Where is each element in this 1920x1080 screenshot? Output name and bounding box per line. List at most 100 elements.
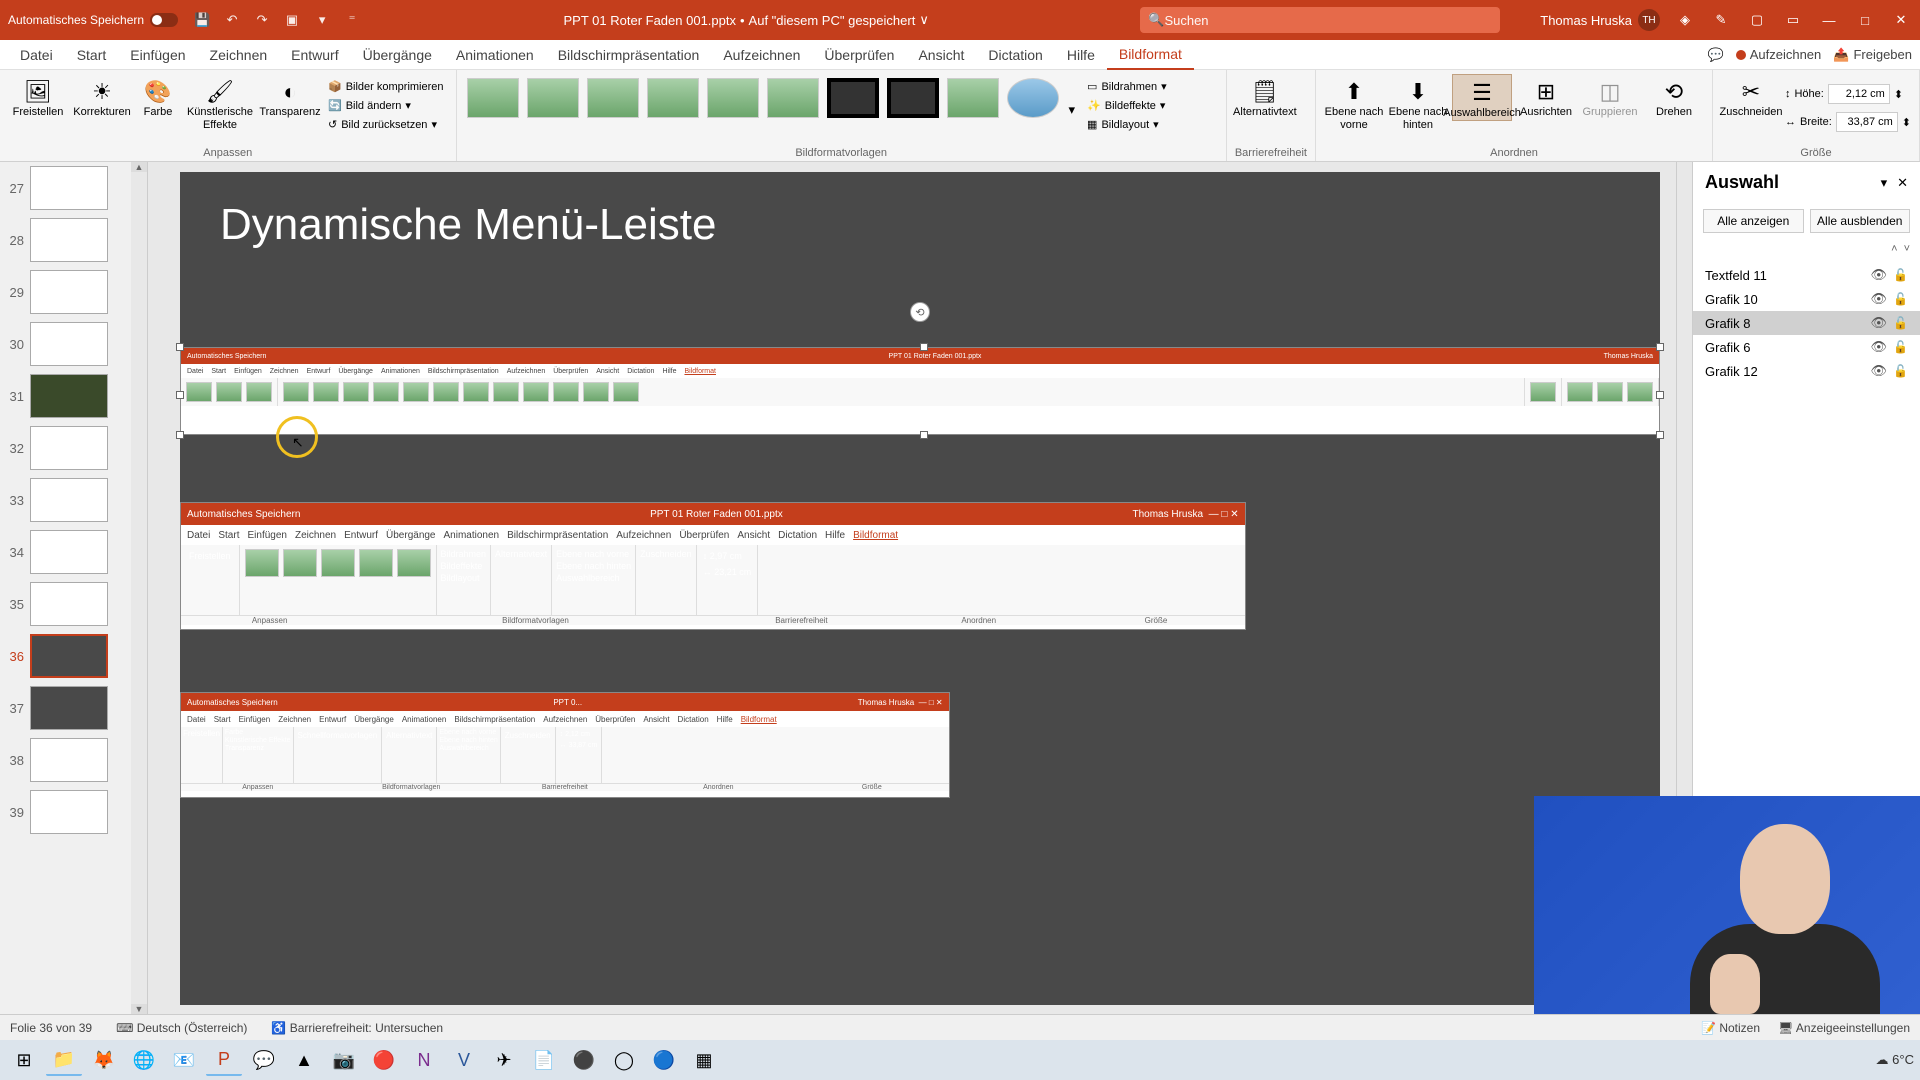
firefox-icon[interactable]: 🦊 xyxy=(86,1044,122,1076)
chrome-icon[interactable]: 🌐 xyxy=(126,1044,162,1076)
app-icon[interactable]: 📷 xyxy=(326,1044,362,1076)
close-icon[interactable]: ✕ xyxy=(1890,9,1912,31)
drehen-button[interactable]: ⟲Drehen xyxy=(1644,74,1704,119)
autosave-toggle[interactable]: Automatisches Speichern xyxy=(8,13,178,27)
tab-start[interactable]: Start xyxy=(65,41,119,69)
obs-icon[interactable]: ⚫ xyxy=(566,1044,602,1076)
slide-thumbnails[interactable]: 27282930313233343536373839 xyxy=(0,162,148,1014)
hide-all-button[interactable]: Alle ausblenden xyxy=(1810,209,1911,233)
slide-thumb[interactable]: 29 xyxy=(0,266,147,318)
move-up-icon[interactable]: ˄ xyxy=(1891,243,1897,255)
tab-einfuegen[interactable]: Einfügen xyxy=(118,41,197,69)
transparenz-button[interactable]: ◐Transparenz xyxy=(260,74,320,119)
slide-thumb[interactable]: 33 xyxy=(0,474,147,526)
visibility-icon[interactable]: 👁 xyxy=(1871,267,1888,283)
slide-thumb[interactable]: 36 xyxy=(0,630,147,682)
tab-aufzeichnen[interactable]: Aufzeichnen xyxy=(711,41,812,69)
pane-dropdown-icon[interactable]: ▾ xyxy=(1881,175,1888,191)
effekte-button[interactable]: 🖌Künstlerische Effekte xyxy=(184,74,256,132)
share-button[interactable]: 📤 Freigeben xyxy=(1833,47,1912,63)
slide-thumb[interactable]: 31 xyxy=(0,370,147,422)
tab-bildschirm[interactable]: Bildschirmpräsentation xyxy=(546,41,712,69)
search-box[interactable]: 🔍 xyxy=(1140,7,1500,33)
lock-icon[interactable]: 🔓 xyxy=(1893,316,1908,330)
auswahlbereich-button[interactable]: ☰Auswahlbereich xyxy=(1452,74,1512,121)
selection-handle[interactable] xyxy=(1656,391,1664,399)
customize-icon[interactable]: ⁼ xyxy=(342,10,362,30)
move-down-icon[interactable]: ˅ xyxy=(1904,243,1910,255)
lock-icon[interactable]: 🔓 xyxy=(1893,340,1908,354)
picture-style[interactable] xyxy=(947,78,999,118)
vlc-icon[interactable]: ▲ xyxy=(286,1044,322,1076)
show-all-button[interactable]: Alle anzeigen xyxy=(1703,209,1804,233)
zuschneiden-button[interactable]: ✂Zuschneiden xyxy=(1721,74,1781,119)
farbe-button[interactable]: 🎨Farbe xyxy=(136,74,180,119)
slide-thumb[interactable]: 28 xyxy=(0,214,147,266)
save-icon[interactable]: 💾 xyxy=(192,10,212,30)
slide-thumb[interactable]: 27 xyxy=(0,162,147,214)
more-icon[interactable]: ▾ xyxy=(312,10,332,30)
height-field[interactable]: ↕ Höhe: ⬍ xyxy=(1785,84,1911,104)
weather-widget[interactable]: ☁ 6°C xyxy=(1876,1052,1914,1068)
korrekturen-button[interactable]: ☀Korrekturen xyxy=(72,74,132,119)
picture-style[interactable] xyxy=(647,78,699,118)
comments-icon[interactable]: 💬 xyxy=(1708,47,1724,63)
visibility-icon[interactable]: 👁 xyxy=(1871,291,1888,307)
slide-thumb[interactable]: 34 xyxy=(0,526,147,578)
picture-style[interactable] xyxy=(527,78,579,118)
selection-handle[interactable] xyxy=(920,343,928,351)
slide-thumb[interactable]: 39 xyxy=(0,786,147,838)
outlook-icon[interactable]: 📧 xyxy=(166,1044,202,1076)
app-icon[interactable]: 🔴 xyxy=(366,1044,402,1076)
maximize-icon[interactable]: □ xyxy=(1854,9,1876,31)
lang-indicator[interactable]: ⌨ Deutsch (Österreich) xyxy=(116,1021,247,1035)
picture-style[interactable] xyxy=(467,78,519,118)
lock-icon[interactable]: 🔓 xyxy=(1893,364,1908,378)
embedded-image-medium[interactable]: Automatisches SpeichernPPT 01 Roter Fade… xyxy=(180,502,1246,630)
freistellen-button[interactable]: 🖼Freistellen xyxy=(8,74,68,119)
tab-animationen[interactable]: Animationen xyxy=(444,41,546,69)
minimize-icon[interactable]: — xyxy=(1818,9,1840,31)
selection-handle[interactable] xyxy=(920,431,928,439)
window-icon[interactable]: ▢ xyxy=(1746,9,1768,31)
tab-bildformat[interactable]: Bildformat xyxy=(1107,40,1194,70)
start-icon[interactable]: ⊞ xyxy=(6,1044,42,1076)
selection-item[interactable]: Grafik 6👁🔓 xyxy=(1693,335,1920,359)
style-more-icon[interactable]: ▾ xyxy=(1065,98,1080,122)
onenote-icon[interactable]: N xyxy=(406,1044,442,1076)
picture-style[interactable] xyxy=(887,78,939,118)
selection-handle[interactable] xyxy=(176,343,184,351)
komprimieren-button[interactable]: 📦 Bilder komprimieren xyxy=(324,78,448,95)
tab-uebergaenge[interactable]: Übergänge xyxy=(351,41,444,69)
app-icon[interactable]: 💬 xyxy=(246,1044,282,1076)
toggle-switch[interactable] xyxy=(150,13,178,27)
slide-thumb[interactable]: 35 xyxy=(0,578,147,630)
picture-style[interactable] xyxy=(767,78,819,118)
height-input[interactable] xyxy=(1828,84,1890,104)
ausrichten-button[interactable]: ⊞Ausrichten xyxy=(1516,74,1576,119)
teams-icon[interactable]: ◈ xyxy=(1674,9,1696,31)
picture-style[interactable] xyxy=(1007,78,1059,118)
powerpoint-icon[interactable]: P xyxy=(206,1044,242,1076)
lock-icon[interactable]: 🔓 xyxy=(1893,268,1908,282)
notes-button[interactable]: 📝 Notizen xyxy=(1701,1021,1760,1035)
pane-close-icon[interactable]: ✕ xyxy=(1897,175,1908,191)
selection-item[interactable]: Textfeld 11👁🔓 xyxy=(1693,263,1920,287)
visio-icon[interactable]: V xyxy=(446,1044,482,1076)
slide-canvas[interactable]: Dynamische Menü-Leiste ⟲ Automatisches S… xyxy=(148,162,1692,1014)
bildlayout-button[interactable]: ▦ Bildlayout ▾ xyxy=(1083,116,1171,133)
slide-thumb[interactable]: 37 xyxy=(0,682,147,734)
tab-ueberpruefen[interactable]: Überprüfen xyxy=(812,41,906,69)
zuruecksetzen-button[interactable]: ↺ Bild zurücksetzen ▾ xyxy=(324,116,448,133)
selection-item[interactable]: Grafik 8👁🔓 xyxy=(1693,311,1920,335)
display-settings[interactable]: 🖥 Anzeigeeinstellungen xyxy=(1778,1021,1910,1035)
tab-ansicht[interactable]: Ansicht xyxy=(906,41,976,69)
lock-icon[interactable]: 🔓 xyxy=(1893,292,1908,306)
slide-thumb[interactable]: 30 xyxy=(0,318,147,370)
selection-item[interactable]: Grafik 10👁🔓 xyxy=(1693,287,1920,311)
picture-style[interactable] xyxy=(827,78,879,118)
draw-icon[interactable]: ✎ xyxy=(1710,9,1732,31)
visibility-icon[interactable]: 👁 xyxy=(1871,363,1888,379)
rotate-handle-icon[interactable]: ⟲ xyxy=(910,302,930,322)
telegram-icon[interactable]: ✈ xyxy=(486,1044,522,1076)
